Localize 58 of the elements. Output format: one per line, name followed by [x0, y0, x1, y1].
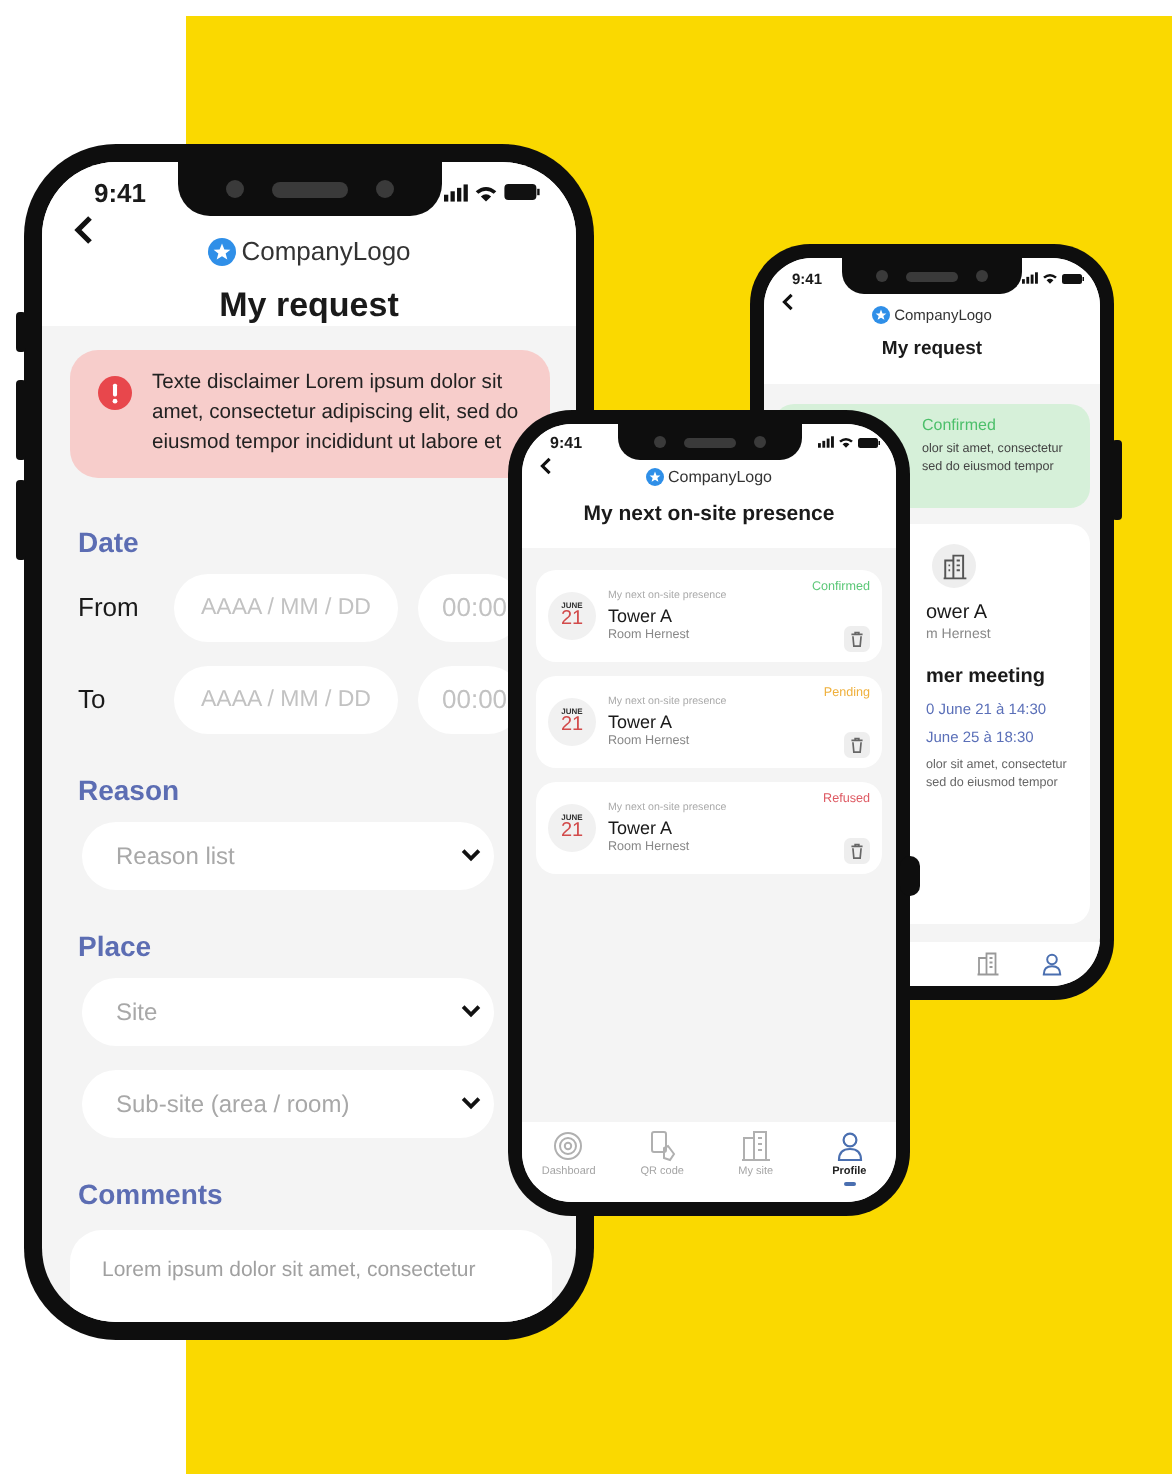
building-icon: [932, 544, 976, 588]
place-name: ower A: [926, 602, 990, 624]
screen-title: My request: [219, 286, 399, 326]
wifi-icon: [474, 183, 498, 201]
chevron-down-icon: [460, 1004, 482, 1019]
alert-icon: [98, 376, 132, 410]
signal-icon: [1022, 272, 1038, 284]
star-logo-icon: [872, 306, 891, 324]
comments-field[interactable]: Lorem ipsum dolor sit amet, consectetur: [70, 1229, 552, 1322]
building-icon[interactable]: [976, 952, 1000, 976]
section-label: Reason: [78, 773, 182, 806]
trash-icon[interactable]: [844, 732, 870, 758]
day-text: 21: [560, 610, 584, 630]
battery-icon: [858, 437, 880, 447]
place-name: Tower A: [608, 712, 675, 732]
chevron-down-icon: [460, 848, 482, 863]
meeting-title: mer meeting: [926, 666, 1047, 688]
place-name: Tower A: [608, 818, 675, 838]
place-dropdown[interactable]: Sub-site (area / room): [82, 1069, 494, 1138]
wifi-icon: [1042, 272, 1058, 284]
back-icon[interactable]: [782, 292, 794, 312]
wifi-icon: [838, 436, 854, 448]
trash-icon[interactable]: [844, 838, 870, 864]
screen-title: My request: [881, 338, 983, 360]
battery-icon: [504, 184, 540, 200]
back-icon[interactable]: [74, 214, 94, 246]
building-icon: [739, 1130, 772, 1162]
star-logo-icon: [207, 237, 236, 265]
place-dropdown[interactable]: Site: [82, 977, 494, 1046]
field-label: To: [76, 684, 108, 715]
signal-icon: [818, 436, 834, 448]
date-field[interactable]: AAAA / MM / DD: [174, 665, 398, 734]
place-name: Tower A: [608, 606, 675, 626]
logo-text: CompanyLogo: [241, 236, 411, 266]
disclaimer-text: Texte disclaimer Lorem ipsum dolor sit amet, consectetur adipiscing elit, sed do eiusmod tempor incididunt ut labore et: [152, 370, 521, 458]
trash-icon[interactable]: [844, 626, 870, 652]
star-logo-icon: [645, 468, 664, 486]
signal-icon: [444, 183, 468, 201]
section-label: Place: [78, 929, 154, 962]
day-text: 21: [560, 822, 584, 842]
chevron-down-icon: [460, 1096, 482, 1111]
battery-icon: [1062, 273, 1084, 283]
status-time: 9:41: [94, 177, 147, 207]
profile-icon: [833, 1130, 866, 1162]
status-time: 9:41: [550, 433, 583, 451]
status-text: Confirmed: [922, 416, 998, 434]
target-icon: [552, 1130, 585, 1162]
phone-tap-icon: [646, 1130, 679, 1162]
date-field[interactable]: AAAA / MM / DD: [174, 573, 398, 642]
reason-dropdown[interactable]: Reason list: [82, 821, 494, 890]
section-label: Comments: [78, 1177, 225, 1210]
day-text: 21: [560, 716, 584, 736]
profile-icon[interactable]: [1040, 952, 1064, 976]
back-icon[interactable]: [540, 456, 552, 476]
field-label: From: [76, 592, 141, 623]
logo-text: CompanyLogo: [667, 468, 773, 486]
section-label: Date: [78, 525, 141, 558]
screen-title: My next on-site presence: [583, 502, 835, 526]
